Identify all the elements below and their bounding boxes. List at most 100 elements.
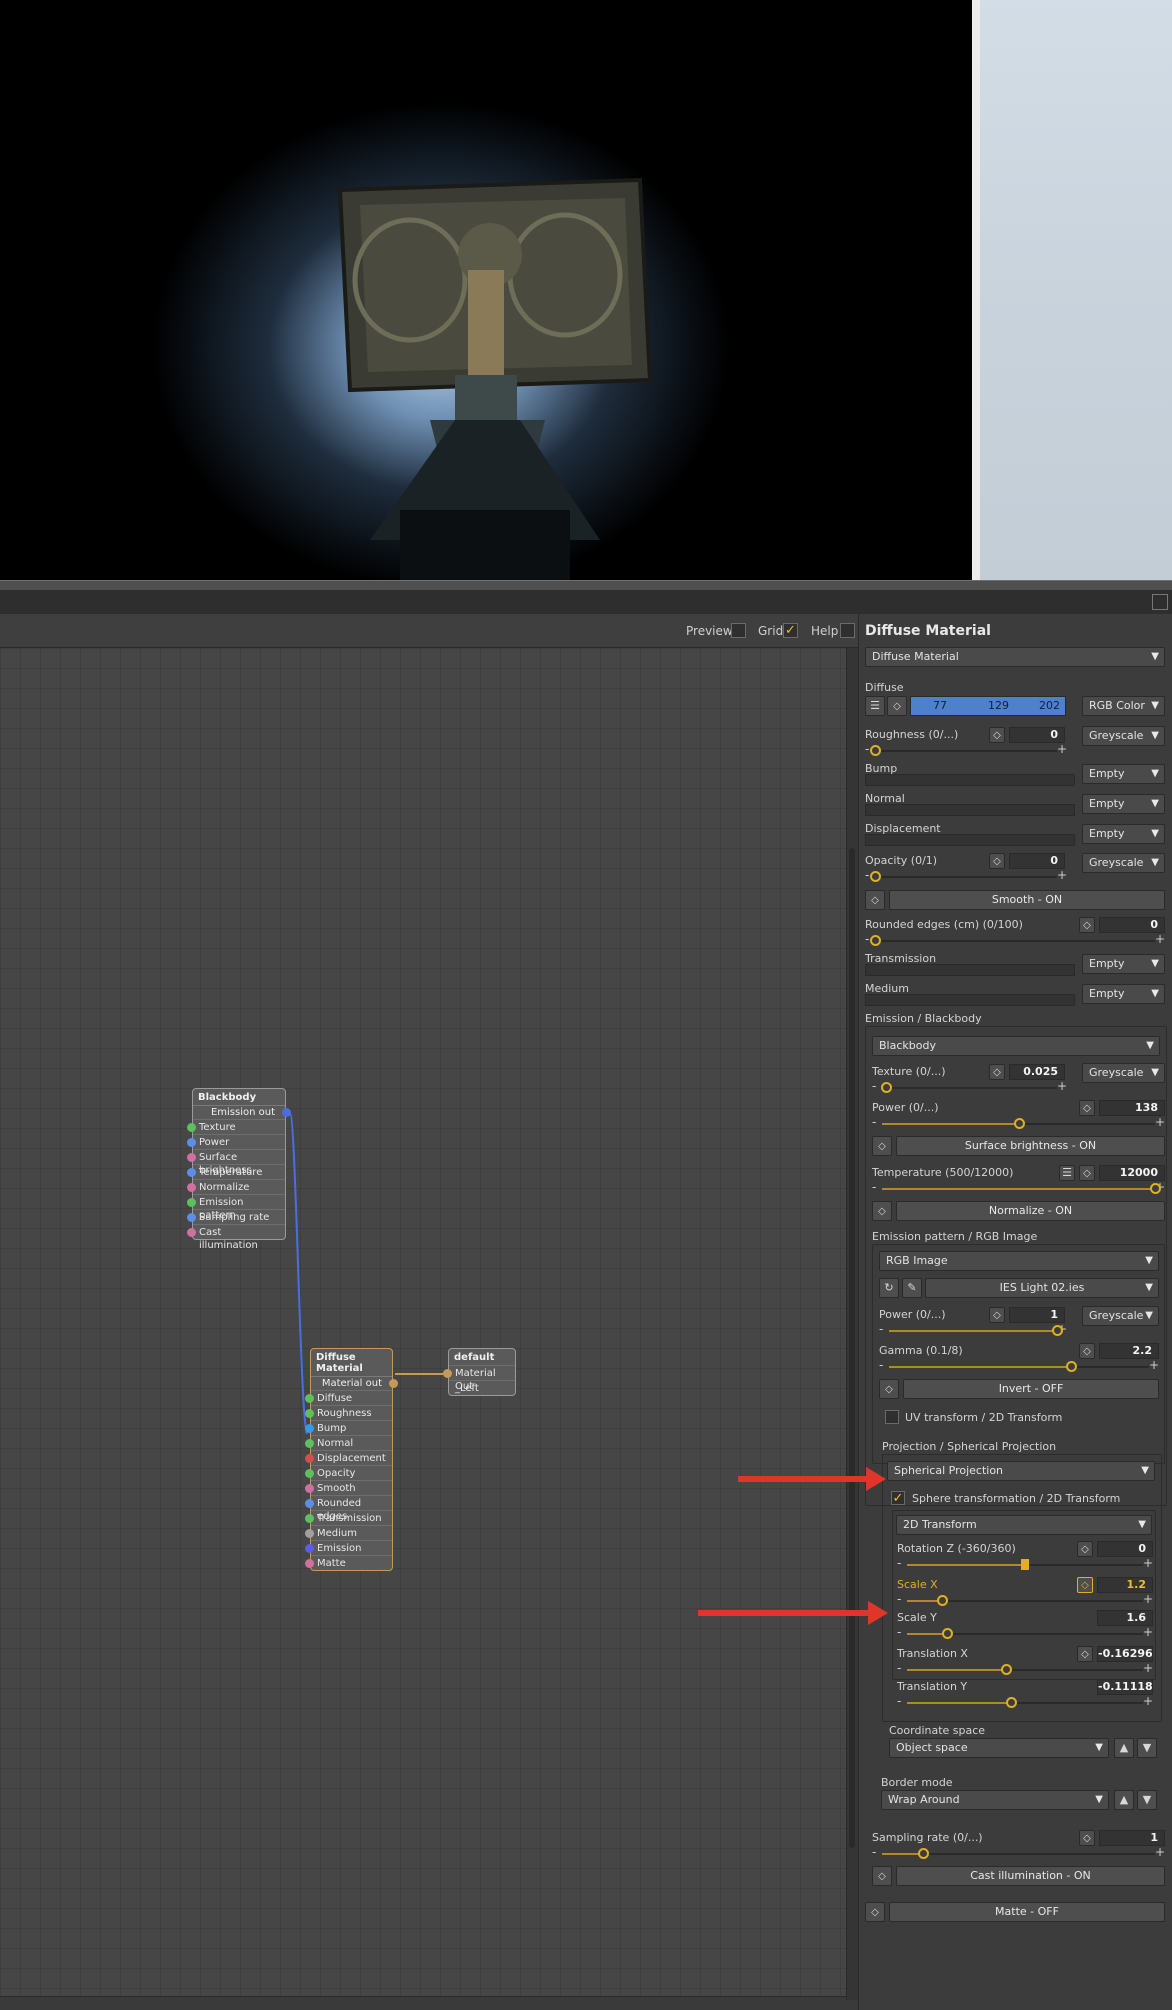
texture-slider[interactable]: - + <box>872 1079 1067 1094</box>
keyframe-diamond-icon[interactable]: ◇ <box>879 1379 899 1399</box>
keyframe-diamond-icon[interactable]: ◇ <box>989 1307 1005 1323</box>
slider-knob[interactable] <box>1005 1697 1017 1708</box>
input-port-icon[interactable] <box>187 1228 196 1237</box>
input-port-icon[interactable] <box>305 1394 314 1403</box>
node-input[interactable]: Emission <box>305 1540 392 1555</box>
preview-checkbox[interactable] <box>731 623 746 638</box>
pattern-power-type-dropdown[interactable]: Greyscale ▼ <box>1082 1306 1159 1326</box>
edit-image-icon[interactable]: ✎ <box>902 1278 922 1298</box>
scale-y-value[interactable]: 1.6 <box>1097 1610 1153 1626</box>
node-input[interactable]: Rounded edges <box>305 1495 392 1522</box>
material-type-dropdown[interactable]: Diffuse Material ▼ <box>865 647 1165 667</box>
opacity-slider[interactable]: - + <box>865 868 1067 883</box>
node-input[interactable]: Normal <box>305 1435 392 1450</box>
node-graph-canvas[interactable]: Blackbody Emission out Texture Power Surfa… <box>0 648 848 2000</box>
input-port-icon[interactable] <box>305 1514 314 1523</box>
transmission-texture-slot[interactable] <box>865 964 1075 976</box>
pattern-power-slider[interactable]: -+ <box>879 1322 1067 1337</box>
blackbody-node[interactable]: Blackbody Emission out Texture Power Surfa… <box>187 1088 291 1251</box>
secondary-viewport[interactable] <box>972 0 1172 580</box>
node-input[interactable]: Diffuse <box>305 1390 392 1405</box>
transform-type-dropdown[interactable]: 2D Transform ▼ <box>896 1515 1152 1535</box>
invert-toggle-button[interactable]: Invert - OFF <box>903 1379 1159 1399</box>
diffuse-type-dropdown[interactable]: RGB Color ▼ <box>1082 696 1165 716</box>
input-port-icon[interactable] <box>305 1424 314 1433</box>
slider-knob[interactable] <box>881 1082 893 1093</box>
slider-knob[interactable] <box>870 871 881 882</box>
normal-texture-slot[interactable] <box>865 804 1075 816</box>
rounded-edges-value[interactable]: 0 <box>1099 917 1165 933</box>
list-icon[interactable]: ☰ <box>1059 1165 1075 1181</box>
sphere-transform-checkbox[interactable]: ✓ <box>891 1491 905 1505</box>
pattern-type-dropdown[interactable]: RGB Image ▼ <box>879 1251 1159 1271</box>
slider-knob[interactable] <box>1150 1183 1161 1194</box>
node-input[interactable]: Cast illumination <box>187 1224 285 1251</box>
output-port-icon[interactable] <box>282 1108 291 1117</box>
input-port-icon[interactable] <box>305 1499 314 1508</box>
canvas-horizontal-scrollbar[interactable] <box>0 1996 846 2010</box>
grid-checkbox[interactable]: ✓ <box>783 623 798 638</box>
translation-y-slider[interactable]: - + <box>897 1694 1153 1709</box>
keyframe-diamond-icon[interactable]: ◇ <box>1079 1165 1095 1181</box>
coordinate-space-dropdown[interactable]: Object space ▼ <box>889 1738 1109 1758</box>
input-port-icon[interactable] <box>305 1544 314 1553</box>
input-port-icon[interactable] <box>187 1138 196 1147</box>
gamma-value[interactable]: 2.2 <box>1099 1343 1159 1359</box>
translation-x-slider[interactable]: - + <box>897 1661 1153 1676</box>
keyframe-diamond-icon[interactable]: ◇ <box>1079 1343 1095 1359</box>
normal-type-dropdown[interactable]: Empty ▼ <box>1082 794 1165 814</box>
output-port-icon[interactable] <box>389 1379 398 1388</box>
input-port-icon[interactable] <box>187 1153 196 1162</box>
node-input[interactable]: Smooth <box>305 1480 392 1495</box>
diffuse-material-node[interactable]: Diffuse Material Material out Diffuse Rou… <box>305 1348 398 1571</box>
texture-value[interactable]: 0.025 <box>1009 1064 1065 1080</box>
keyframe-diamond-icon[interactable]: ◇ <box>989 1064 1005 1080</box>
node-input[interactable]: Sampling rate <box>187 1209 285 1224</box>
bump-texture-slot[interactable] <box>865 774 1075 786</box>
cast-illumination-toggle-button[interactable]: Cast illumination - ON <box>896 1866 1165 1886</box>
keyframe-diamond-icon[interactable]: ◇ <box>872 1866 892 1886</box>
emission-type-dropdown[interactable]: Blackbody ▼ <box>872 1036 1160 1056</box>
slider-knob[interactable] <box>917 1848 929 1859</box>
keyframe-diamond-icon[interactable]: ◇ <box>1077 1646 1093 1662</box>
keyframe-diamond-icon[interactable]: ◇ <box>872 1136 892 1156</box>
sampling-rate-slider[interactable]: - + <box>872 1845 1165 1860</box>
border-mode-dropdown[interactable]: Wrap Around ▼ <box>881 1790 1109 1810</box>
keyframe-diamond-icon[interactable]: ◇ <box>887 696 907 716</box>
node-input[interactable]: Power <box>187 1134 285 1149</box>
slider-knob[interactable] <box>1052 1325 1063 1336</box>
slider-knob[interactable] <box>1066 1361 1077 1372</box>
medium-slot[interactable] <box>865 994 1075 1006</box>
displacement-type-dropdown[interactable]: Empty ▼ <box>1082 824 1165 844</box>
slider-knob[interactable] <box>870 935 881 946</box>
sampling-rate-value[interactable]: 1 <box>1099 1830 1165 1846</box>
keyframe-diamond-icon[interactable]: ◇ <box>1079 1100 1095 1116</box>
roughness-type-dropdown[interactable]: Greyscale ▼ <box>1082 726 1165 746</box>
material-output-node[interactable]: default Material Out _Left <box>443 1348 516 1396</box>
node-input[interactable]: Opacity <box>305 1465 392 1480</box>
keyframe-diamond-icon[interactable]: ◇ <box>1079 917 1095 933</box>
list-icon[interactable]: ☰ <box>865 696 885 716</box>
splitter-bar[interactable] <box>0 580 1172 590</box>
keyframe-diamond-icon[interactable]: ◇ <box>1077 1577 1093 1593</box>
move-down-icon[interactable]: ▼ <box>1137 1790 1157 1810</box>
opacity-type-dropdown[interactable]: Greyscale ▼ <box>1082 853 1165 873</box>
smooth-toggle-button[interactable]: Smooth - ON <box>889 890 1165 910</box>
keyframe-diamond-icon[interactable]: ◇ <box>872 1201 892 1221</box>
surface-brightness-toggle-button[interactable]: Surface brightness - ON <box>896 1136 1165 1156</box>
displacement-texture-slot[interactable] <box>865 834 1075 846</box>
node-input[interactable]: Texture <box>187 1119 285 1134</box>
ies-file-dropdown[interactable]: IES Light 02.ies ▼ <box>925 1278 1159 1298</box>
projection-type-dropdown[interactable]: Spherical Projection ▼ <box>887 1461 1155 1481</box>
roughness-slider[interactable]: - + <box>865 742 1067 757</box>
expand-icon[interactable] <box>1152 594 1168 610</box>
roughness-value[interactable]: 0 <box>1009 727 1065 743</box>
rounded-edges-slider[interactable]: - + <box>865 932 1165 947</box>
input-port-icon[interactable] <box>443 1369 452 1378</box>
node-input[interactable]: Medium <box>305 1525 392 1540</box>
uv-transform-checkbox[interactable] <box>885 1410 899 1424</box>
help-checkbox[interactable] <box>840 623 855 638</box>
input-port-icon[interactable] <box>187 1198 196 1207</box>
color-g-value[interactable]: 129 <box>988 699 1009 712</box>
keyframe-diamond-icon[interactable]: ◇ <box>865 890 885 910</box>
